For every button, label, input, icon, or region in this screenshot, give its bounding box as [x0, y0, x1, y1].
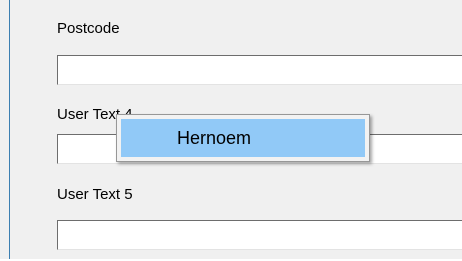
postcode-label: Postcode [57, 20, 120, 37]
panel-border [9, 0, 10, 261]
user-text-5-input[interactable] [57, 220, 462, 250]
menu-item-rename[interactable]: Hernoem [121, 119, 365, 157]
context-menu: Hernoem [116, 114, 370, 162]
user-text-5-label: User Text 5 [57, 186, 133, 203]
postcode-input[interactable] [57, 55, 462, 85]
